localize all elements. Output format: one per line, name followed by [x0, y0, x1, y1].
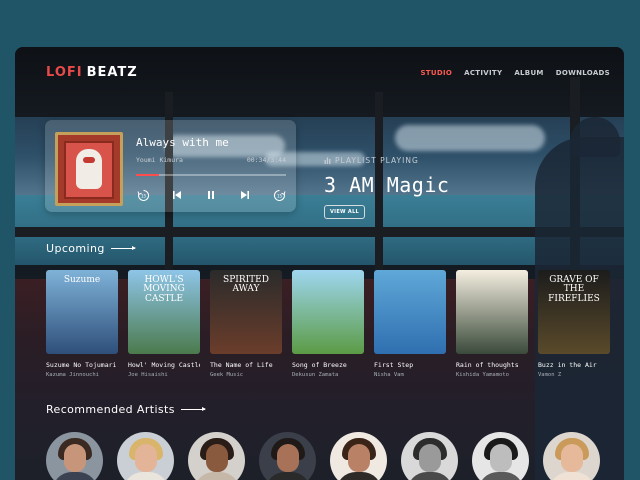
svg-text:15: 15 — [140, 193, 146, 198]
album-card[interactable]: First Step Nisha Vam — [374, 270, 446, 378]
album-cover — [292, 270, 364, 354]
artist-avatar[interactable] — [472, 432, 529, 480]
arrow-right-icon — [180, 407, 206, 411]
arrow-right-icon — [110, 246, 136, 250]
upcoming-title: Upcoming — [46, 242, 105, 255]
playlist-title: 3 AM Magic — [324, 173, 450, 197]
artist-avatar[interactable] — [330, 432, 387, 480]
pause-button[interactable] — [204, 188, 218, 202]
progress-fill — [136, 174, 159, 176]
album-cover-text: Suzume — [63, 275, 101, 285]
album-cover-text: HOWL'S MOVING CASTLE — [143, 275, 185, 304]
playlist-label-text: PLAYLIST PLAYING — [335, 156, 419, 165]
logo-lofi: LOFI — [46, 65, 83, 80]
album-artist: Vamon Z — [538, 372, 562, 378]
album-cover: SPIRITED AWAY — [210, 270, 282, 354]
previous-button[interactable] — [170, 188, 184, 202]
album-cover-text: SPIRITED AWAY — [223, 275, 269, 295]
artist-avatar[interactable] — [117, 432, 174, 480]
album-artist: Joe Hisaishi — [128, 372, 168, 378]
album-cover: GRAVE OF THE FIREFLIES — [538, 270, 610, 354]
artist-avatar[interactable] — [401, 432, 458, 480]
rewind-15-icon: 15 — [137, 189, 149, 201]
svg-text:15: 15 — [276, 193, 282, 198]
logo-beatz: BEATZ — [86, 65, 138, 80]
forward-15-icon: 15 — [273, 189, 285, 201]
album-cover: Suzume — [46, 270, 118, 354]
nav-album[interactable]: ALBUM — [514, 69, 543, 77]
album-title: Buzz in the Air — [538, 361, 597, 369]
artist-avatar[interactable] — [46, 432, 103, 480]
recommended-title: Recommended Artists — [46, 403, 175, 416]
artist-avatar[interactable] — [188, 432, 245, 480]
nav-studio[interactable]: STUDIO — [420, 69, 452, 77]
album-artist: Dekusun Zamata — [292, 372, 339, 378]
now-playing-cover[interactable] — [55, 132, 123, 206]
view-all-button[interactable]: VIEW ALL — [324, 205, 366, 219]
album-title: Suzume No Tojumari — [46, 361, 117, 369]
album-title: Song of Breeze — [292, 361, 347, 369]
app-window: LOFI BEATZ STUDIO ACTIVITY ALBUM DOWNLOAD… — [15, 47, 624, 480]
progress-bar[interactable] — [136, 174, 286, 176]
album-card[interactable]: GRAVE OF THE FIREFLIES Buzz in the Air Vam… — [538, 270, 610, 378]
album-artist: Geek Music — [210, 372, 244, 378]
album-title: Rain of thoughts — [456, 361, 519, 369]
album-artist: Nisha Vam — [374, 372, 404, 378]
album-card[interactable]: Suzume Suzume No Tojumari Kazuma Jinnouchi — [46, 270, 118, 378]
album-card[interactable]: HOWL'S MOVING CASTLE Howl' Moving Castle J… — [128, 270, 200, 378]
song-time: 00:34/3:44 — [246, 156, 286, 164]
nav-activity[interactable]: ACTIVITY — [464, 69, 502, 77]
bar-chart-icon — [324, 157, 331, 164]
artist-avatar[interactable] — [543, 432, 600, 480]
album-cover: HOWL'S MOVING CASTLE — [128, 270, 200, 354]
album-title: First Step — [374, 361, 414, 369]
now-playing-card: Always with me Youmi Kimura 00:34/3:44 1… — [45, 120, 296, 212]
pause-icon — [208, 191, 214, 199]
song-artist: Youmi Kimura — [136, 156, 183, 164]
rewind-15-button[interactable]: 15 — [136, 188, 150, 202]
song-title: Always with me — [136, 136, 229, 149]
next-icon — [241, 191, 249, 199]
app-logo[interactable]: LOFI BEATZ — [46, 65, 138, 80]
playlist-playing-label: PLAYLIST PLAYING — [324, 156, 419, 165]
previous-icon — [173, 191, 181, 199]
artist-avatar[interactable] — [259, 432, 316, 480]
recommended-heading[interactable]: Recommended Artists — [46, 403, 206, 416]
album-card[interactable]: Rain of thoughts Kishida Yamamoto — [456, 270, 528, 378]
top-nav: STUDIO ACTIVITY ALBUM DOWNLOADS — [420, 69, 610, 77]
next-button[interactable] — [238, 188, 252, 202]
album-artist: Kishida Yamamoto — [456, 372, 509, 378]
album-cover — [456, 270, 528, 354]
album-artist: Kazuma Jinnouchi — [46, 372, 99, 378]
album-cover — [374, 270, 446, 354]
album-title: The Name of Life — [210, 361, 273, 369]
playback-controls: 15 15 — [136, 188, 286, 204]
album-card[interactable]: Song of Breeze Dekusun Zamata — [292, 270, 364, 378]
nav-downloads[interactable]: DOWNLOADS — [556, 69, 610, 77]
upcoming-heading[interactable]: Upcoming — [46, 242, 136, 255]
album-card[interactable]: SPIRITED AWAY The Name of Life Geek Music — [210, 270, 282, 378]
forward-15-button[interactable]: 15 — [272, 188, 286, 202]
album-title: Howl' Moving Castle — [128, 361, 200, 369]
album-cover-text: GRAVE OF THE FIREFLIES — [548, 275, 600, 304]
